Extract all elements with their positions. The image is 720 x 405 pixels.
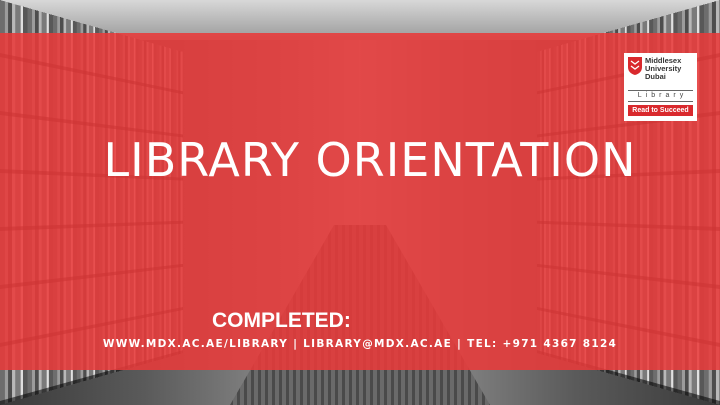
red-overlay-band bbox=[0, 33, 720, 370]
university-logo: Middlesex University Dubai Library Read … bbox=[624, 53, 697, 121]
logo-header: Middlesex University Dubai bbox=[628, 57, 693, 87]
logo-tagline: Read to Succeed bbox=[628, 105, 693, 116]
completed-label: COMPLETED: bbox=[212, 309, 351, 332]
university-name: Middlesex University Dubai bbox=[645, 57, 681, 81]
shield-icon bbox=[628, 57, 642, 75]
contact-info: WWW.MDX.AC.AE/LIBRARY | LIBRARY@MDX.AC.A… bbox=[102, 338, 618, 350]
logo-library-text: Library bbox=[628, 90, 693, 102]
banner-title: LIBRARY ORIENTATION bbox=[103, 133, 637, 187]
university-name-line3: Dubai bbox=[645, 72, 666, 81]
banner-canvas: LIBRARY ORIENTATION COMPLETED: WWW.MDX.A… bbox=[0, 0, 720, 405]
